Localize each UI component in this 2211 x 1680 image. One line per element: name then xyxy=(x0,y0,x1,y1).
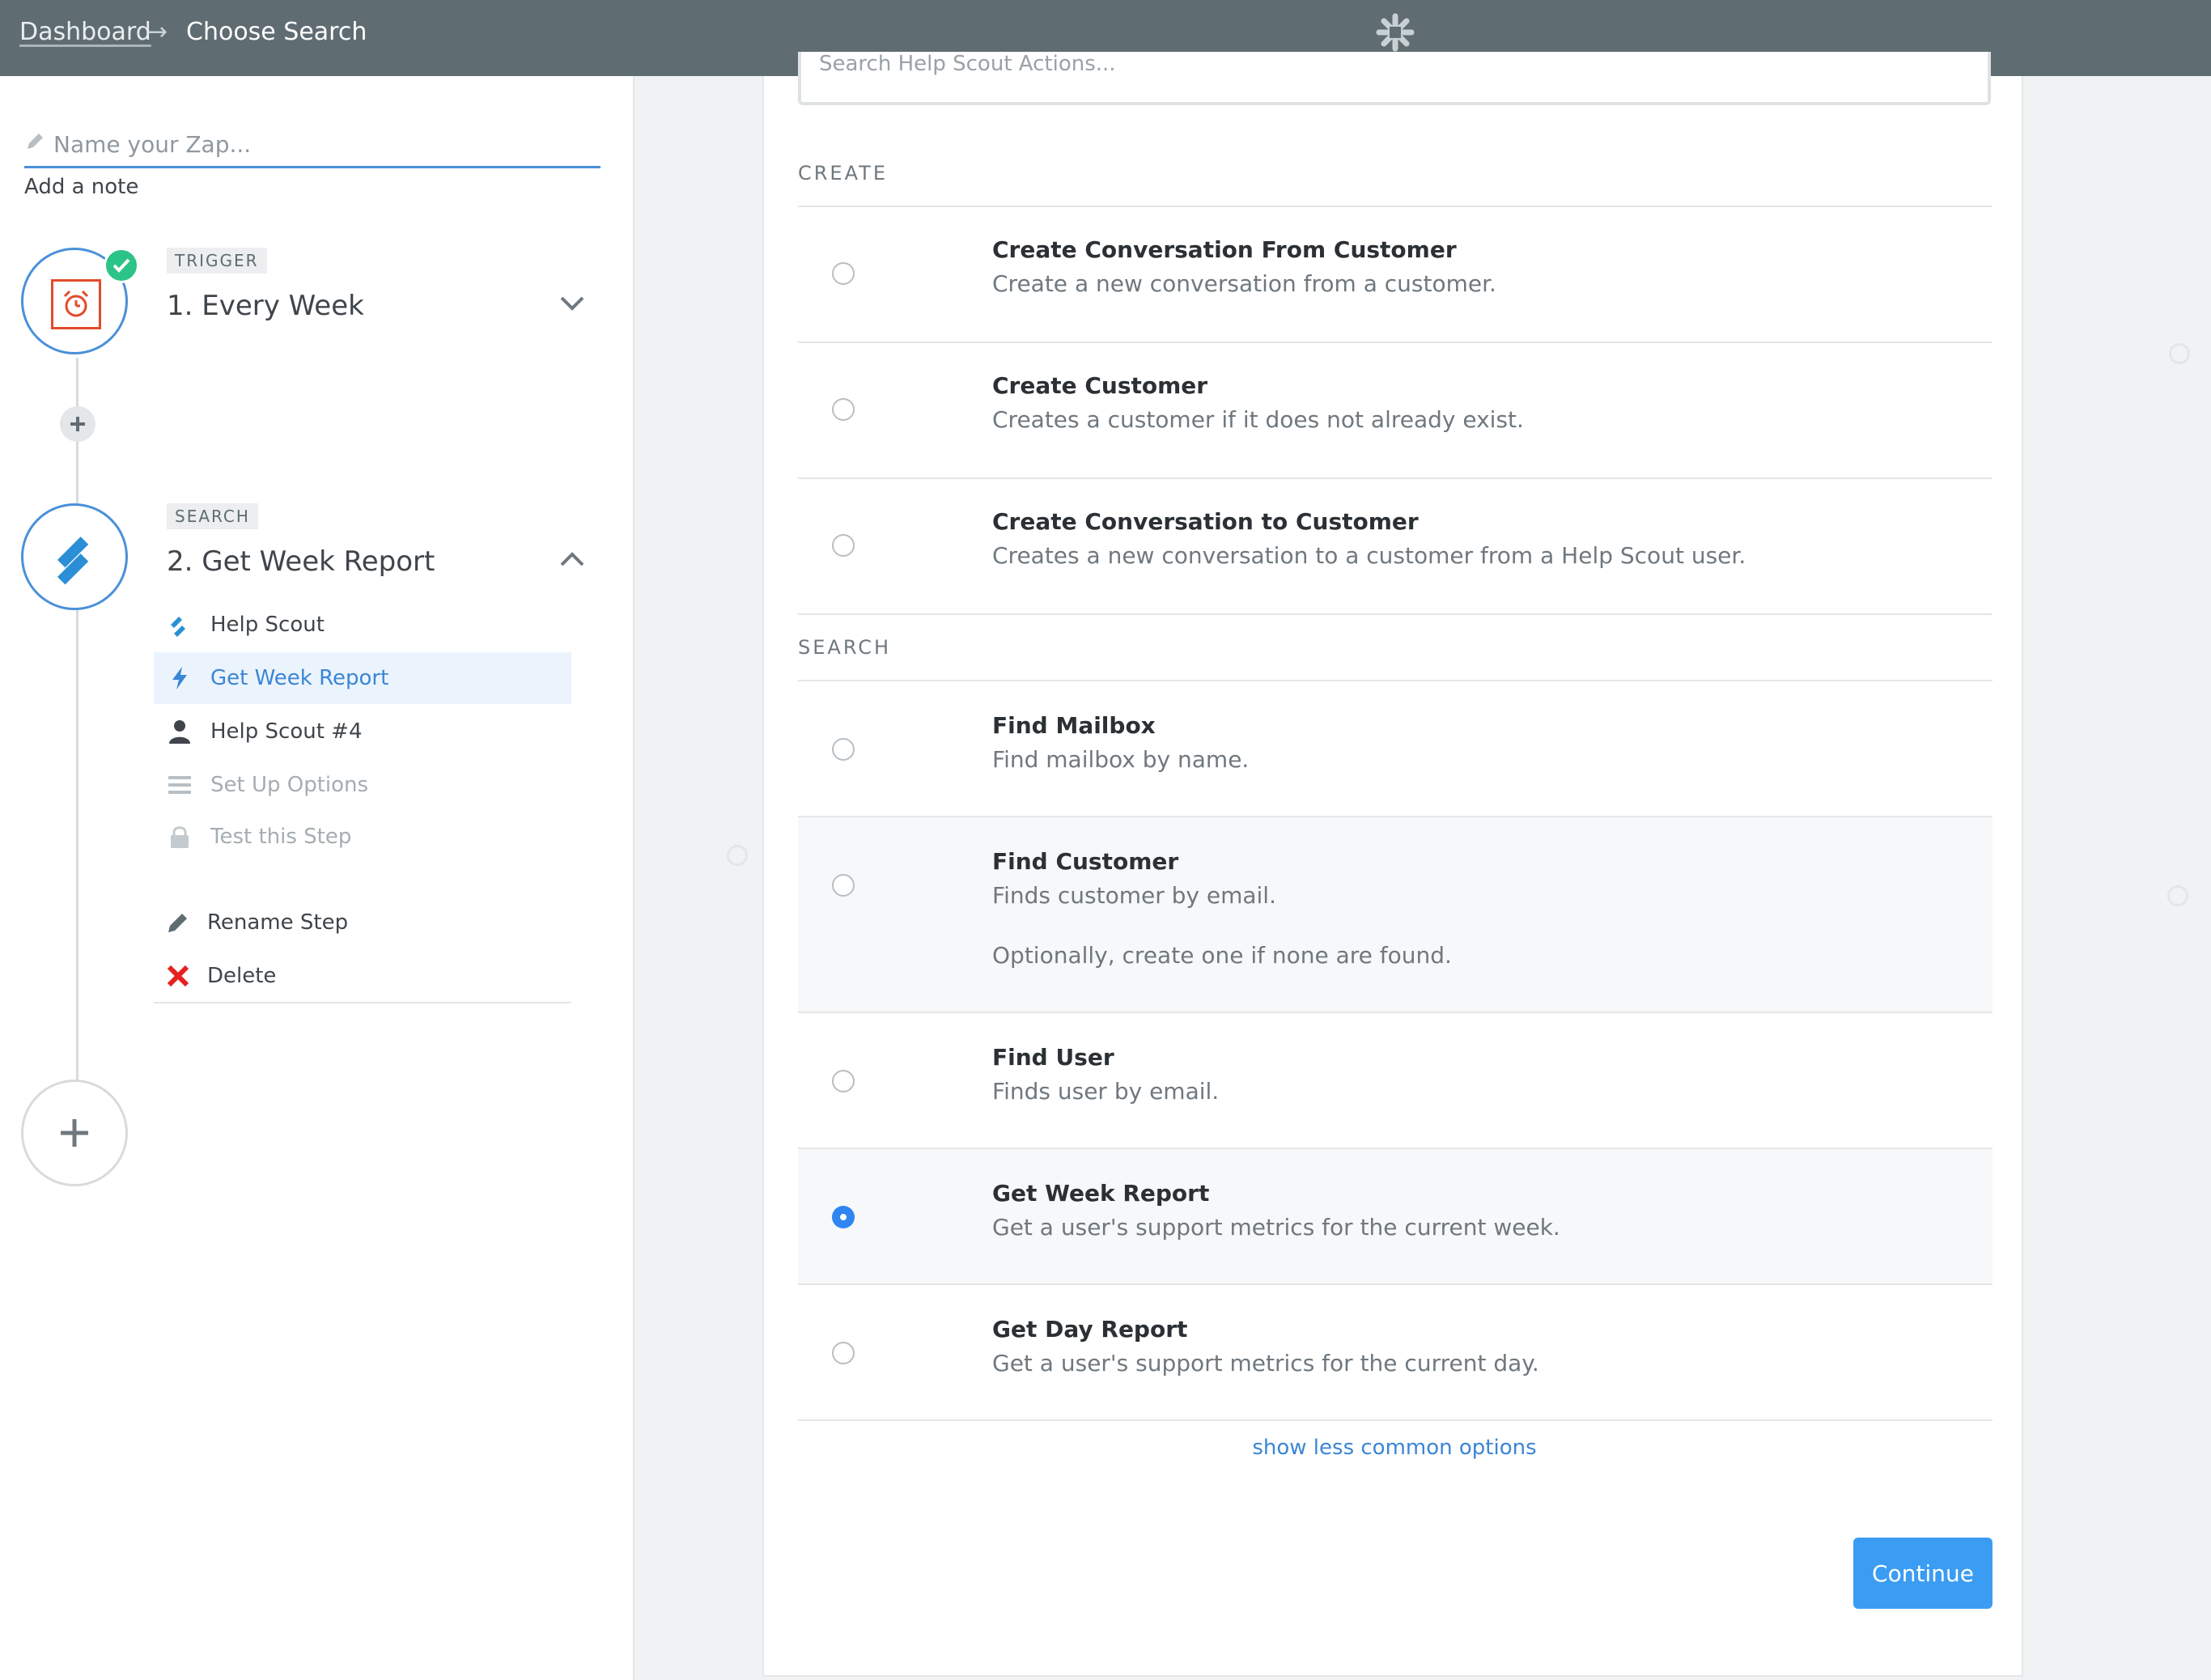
option-radio[interactable] xyxy=(832,874,855,897)
step-type-tag: TRIGGER xyxy=(167,248,267,274)
plus-icon xyxy=(70,417,85,431)
option-radio-selected[interactable] xyxy=(832,1206,855,1228)
option-title: Find Mailbox xyxy=(992,712,1156,739)
pencil-icon xyxy=(168,914,187,932)
option-title: Find Customer xyxy=(992,848,1179,875)
option-description: Get a user's support metrics for the cur… xyxy=(992,1350,1539,1377)
chevron-down-icon[interactable] xyxy=(558,290,586,317)
lock-icon xyxy=(171,826,189,848)
background-dot xyxy=(2167,885,2188,906)
option-radio[interactable] xyxy=(832,398,855,421)
sub-item-label: Get Week Report xyxy=(210,666,389,690)
divider xyxy=(154,1002,571,1003)
option-title: Create Customer xyxy=(992,372,1208,399)
delete-x-icon xyxy=(167,965,189,987)
option-get-day-report[interactable]: Get Day Report Get a user's support metr… xyxy=(798,1283,1992,1419)
step-sub-item-action[interactable]: Get Week Report xyxy=(154,652,571,704)
option-title: Find User xyxy=(992,1044,1114,1071)
rename-step-label: Rename Step xyxy=(207,910,349,935)
delete-step-button[interactable]: Delete xyxy=(154,950,571,1002)
step-title[interactable]: 2. Get Week Report xyxy=(167,545,435,578)
option-radio[interactable] xyxy=(832,1342,855,1364)
action-chooser-panel: CREATE Create Conversation From Customer… xyxy=(762,52,2025,1677)
add-note-link[interactable]: Add a note xyxy=(24,175,138,199)
section-divider xyxy=(798,613,1992,615)
rename-step-button[interactable]: Rename Step xyxy=(154,897,571,948)
schedule-app-icon xyxy=(51,279,101,329)
continue-button[interactable]: Continue xyxy=(1853,1538,1992,1609)
help-scout-icon xyxy=(171,617,185,637)
option-description: Finds customer by email. xyxy=(992,882,1276,909)
option-find-user[interactable]: Find User Finds user by email. xyxy=(798,1012,1992,1148)
option-title: Create Conversation From Customer xyxy=(992,236,1457,263)
breadcrumb-arrow: → xyxy=(147,18,168,46)
background-dot xyxy=(2169,343,2190,364)
step-2-node[interactable] xyxy=(21,503,128,610)
help-scout-icon xyxy=(57,537,89,585)
section-label-search: SEARCH xyxy=(798,636,892,659)
sub-item-label: Set Up Options xyxy=(210,773,369,797)
plus-icon xyxy=(61,1119,88,1147)
insert-step-button[interactable] xyxy=(60,406,95,442)
option-description: Finds user by email. xyxy=(992,1078,1220,1105)
option-radio[interactable] xyxy=(832,534,855,557)
step-title[interactable]: 1. Every Week xyxy=(167,290,364,322)
option-description: Find mailbox by name. xyxy=(992,746,1250,773)
option-title: Create Conversation to Customer xyxy=(992,508,1419,535)
option-description: Creates a new conversation to a customer… xyxy=(992,542,1746,569)
zap-name-field xyxy=(24,125,600,168)
option-description: Creates a customer if it does not alread… xyxy=(992,406,1524,433)
action-search-field xyxy=(798,52,1991,105)
lightning-icon xyxy=(172,667,187,689)
option-title: Get Week Report xyxy=(992,1180,1210,1207)
option-get-week-report[interactable]: Get Week Report Get a user's support met… xyxy=(798,1148,1992,1283)
delete-step-label: Delete xyxy=(207,964,277,988)
list-icon xyxy=(168,776,191,794)
sub-item-label: Test this Step xyxy=(210,825,352,849)
add-step-button[interactable] xyxy=(21,1080,128,1186)
breadcrumb-dashboard-link[interactable]: Dashboard xyxy=(19,16,151,49)
step-sub-item-account[interactable]: Help Scout #4 xyxy=(154,706,571,757)
option-create-conversation-to-customer[interactable]: Create Conversation to Customer Creates … xyxy=(798,477,1992,613)
chevron-up-icon[interactable] xyxy=(558,545,586,573)
timeline-connector xyxy=(76,610,79,1112)
breadcrumb-current: Choose Search xyxy=(186,18,367,46)
step-complete-check-icon xyxy=(104,248,139,283)
option-radio[interactable] xyxy=(832,262,855,285)
section-label-create: CREATE xyxy=(798,162,888,185)
step-sub-item-test[interactable]: Test this Step xyxy=(154,811,571,863)
list-bottom-divider xyxy=(798,1419,1992,1421)
option-description-note: Optionally, create one if none are found… xyxy=(992,942,1452,969)
option-description: Create a new conversation from a custome… xyxy=(992,270,1496,297)
option-create-customer[interactable]: Create Customer Creates a customer if it… xyxy=(798,342,1992,477)
option-description: Get a user's support metrics for the cur… xyxy=(992,1214,1560,1241)
option-radio[interactable] xyxy=(832,1070,855,1092)
step-type-tag: SEARCH xyxy=(167,503,258,529)
step-sub-item-app[interactable]: Help Scout xyxy=(154,599,571,651)
show-less-common-options-link[interactable]: show less common options xyxy=(764,1436,2025,1460)
step-sub-item-options[interactable]: Set Up Options xyxy=(154,759,571,811)
background-dot xyxy=(727,845,748,866)
option-find-customer[interactable]: Find Customer Finds customer by email. O… xyxy=(798,816,1992,1012)
option-radio[interactable] xyxy=(832,738,855,761)
option-find-mailbox[interactable]: Find Mailbox Find mailbox by name. xyxy=(798,680,1992,816)
sub-item-label: Help Scout #4 xyxy=(210,719,363,744)
sub-item-label: Help Scout xyxy=(210,613,325,637)
alarm-clock-icon xyxy=(63,290,89,317)
zap-name-input[interactable] xyxy=(52,125,589,163)
zap-editor-sidebar: Add a note TRIGGER 1. Every Week xyxy=(0,76,634,1680)
user-icon xyxy=(169,720,190,744)
pencil-icon xyxy=(28,134,43,149)
option-create-conversation-from-customer[interactable]: Create Conversation From Customer Create… xyxy=(798,206,1992,342)
option-title: Get Day Report xyxy=(992,1316,1188,1343)
action-search-input[interactable] xyxy=(817,52,1954,81)
zapier-logo-icon[interactable] xyxy=(1376,13,1415,52)
